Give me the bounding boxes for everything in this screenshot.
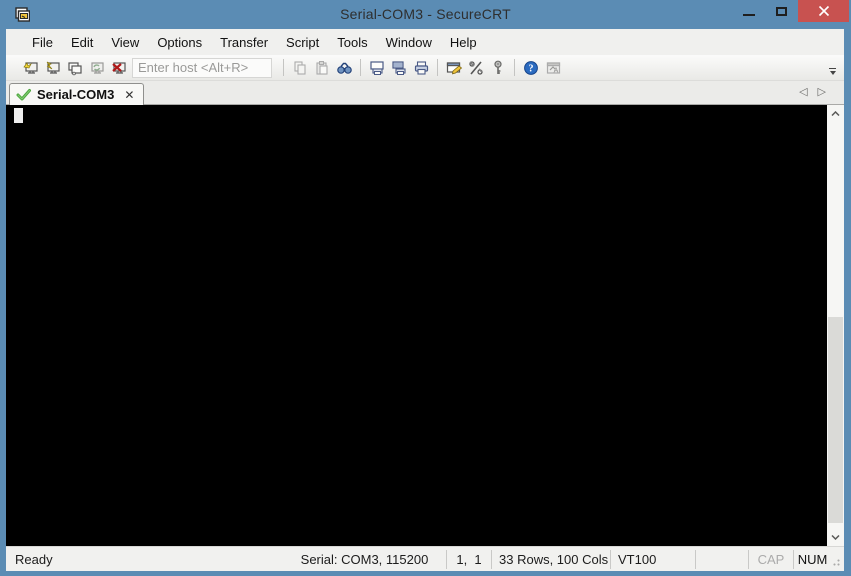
status-cursor-position: 1, 1 xyxy=(446,549,491,569)
menu-edit[interactable]: Edit xyxy=(62,31,102,54)
minimize-icon xyxy=(742,14,755,16)
securefx-icon: A xyxy=(546,61,560,74)
menu-help[interactable]: Help xyxy=(441,31,486,54)
tab-serial-com3[interactable]: Serial-COM3 ✕ xyxy=(9,83,144,105)
global-options-button[interactable] xyxy=(465,57,487,79)
window-title: Serial-COM3 - SecureCRT xyxy=(340,6,511,22)
tab-close-icon[interactable]: ✕ xyxy=(124,89,134,101)
key-agent-icon xyxy=(494,60,502,74)
copy-button[interactable] xyxy=(289,57,311,79)
tab-scroll-arrows: ◁▷ xyxy=(799,85,836,98)
chevron-down-icon xyxy=(831,535,840,540)
disconnect-icon xyxy=(111,61,126,74)
tab-bar: Serial-COM3 ✕ ◁▷ xyxy=(6,81,844,105)
status-num-indicator: NUM xyxy=(793,549,831,569)
help-icon: ? xyxy=(524,60,538,75)
close-icon xyxy=(818,5,829,17)
key-agent-button[interactable] xyxy=(487,57,509,79)
paste-icon xyxy=(316,60,328,75)
toolbar-overflow-icon[interactable] xyxy=(827,63,838,75)
toolbar-separator xyxy=(283,59,284,76)
status-connection: Serial: COM3, 115200 xyxy=(300,551,429,567)
status-bar: Ready Serial: COM3, 115200 1, 1 33 Rows,… xyxy=(6,546,844,571)
title-bar[interactable]: Serial-COM3 - SecureCRT xyxy=(0,0,851,29)
disconnect-button[interactable] xyxy=(107,57,129,79)
terminal-screen[interactable] xyxy=(6,105,827,546)
vertical-scrollbar[interactable] xyxy=(827,105,844,546)
paste-button[interactable] xyxy=(311,57,333,79)
menu-options[interactable]: Options xyxy=(148,31,211,54)
find-button[interactable] xyxy=(333,57,355,79)
status-terminal-size: 33 Rows, 100 Cols xyxy=(491,549,610,569)
terminal-cursor xyxy=(14,108,23,123)
menu-view[interactable]: View xyxy=(102,31,148,54)
securefx-button[interactable]: A xyxy=(542,57,564,79)
quick-connect-icon xyxy=(46,61,60,74)
session-options-button[interactable] xyxy=(443,57,465,79)
menu-window[interactable]: Window xyxy=(377,31,441,54)
svg-text:?: ? xyxy=(529,63,534,74)
menu-bar: File Edit View Options Transfer Script T… xyxy=(6,29,844,55)
connect-icon xyxy=(22,61,38,74)
tab-scroll-right-icon[interactable]: ▷ xyxy=(818,86,836,98)
host-input[interactable] xyxy=(132,57,272,78)
status-emulation: VT100 xyxy=(610,549,695,569)
connect-button[interactable] xyxy=(19,57,41,79)
menu-file[interactable]: File xyxy=(23,31,62,54)
find-icon xyxy=(336,62,352,74)
reconnect-button[interactable] xyxy=(85,57,107,79)
scroll-up-button[interactable] xyxy=(827,105,844,122)
status-caps-indicator: CAP xyxy=(748,549,793,569)
print-button[interactable] xyxy=(410,57,432,79)
status-ready: Ready xyxy=(15,551,53,567)
tab-label: Serial-COM3 xyxy=(37,87,115,102)
print-selection-button[interactable] xyxy=(388,57,410,79)
chevron-up-icon xyxy=(831,111,840,116)
toolbar-separator xyxy=(514,59,515,76)
close-button[interactable] xyxy=(798,0,849,22)
scroll-down-button[interactable] xyxy=(827,529,844,546)
maximize-button[interactable] xyxy=(765,0,798,22)
print-screen-button[interactable] xyxy=(366,57,388,79)
maximize-icon xyxy=(776,6,787,16)
toolbar: ? A xyxy=(6,55,844,81)
tab-scroll-left-icon[interactable]: ◁ xyxy=(799,86,817,98)
resize-grip[interactable] xyxy=(831,550,844,569)
scrollbar-thumb[interactable] xyxy=(828,317,843,523)
minimize-button[interactable] xyxy=(732,0,765,22)
print-selection-icon xyxy=(392,60,406,75)
status-spacer xyxy=(695,549,748,569)
connect-in-tab-icon xyxy=(67,61,82,75)
copy-icon xyxy=(294,60,306,75)
securecrt-window: Serial-COM3 - SecureCRT File Edit View O… xyxy=(0,0,851,576)
menu-transfer[interactable]: Transfer xyxy=(211,31,277,54)
connected-check-icon xyxy=(16,89,31,101)
help-button[interactable]: ? xyxy=(520,57,542,79)
session-options-icon xyxy=(446,61,463,74)
print-icon xyxy=(414,60,428,75)
toolbar-separator xyxy=(437,59,438,76)
connect-in-tab-button[interactable] xyxy=(63,57,85,79)
menu-script[interactable]: Script xyxy=(277,31,328,54)
toolbar-separator xyxy=(360,59,361,76)
global-options-icon xyxy=(469,60,483,75)
quick-connect-button[interactable] xyxy=(41,57,63,79)
print-screen-icon xyxy=(370,60,384,75)
reconnect-icon xyxy=(90,61,104,74)
menu-tools[interactable]: Tools xyxy=(328,31,376,54)
